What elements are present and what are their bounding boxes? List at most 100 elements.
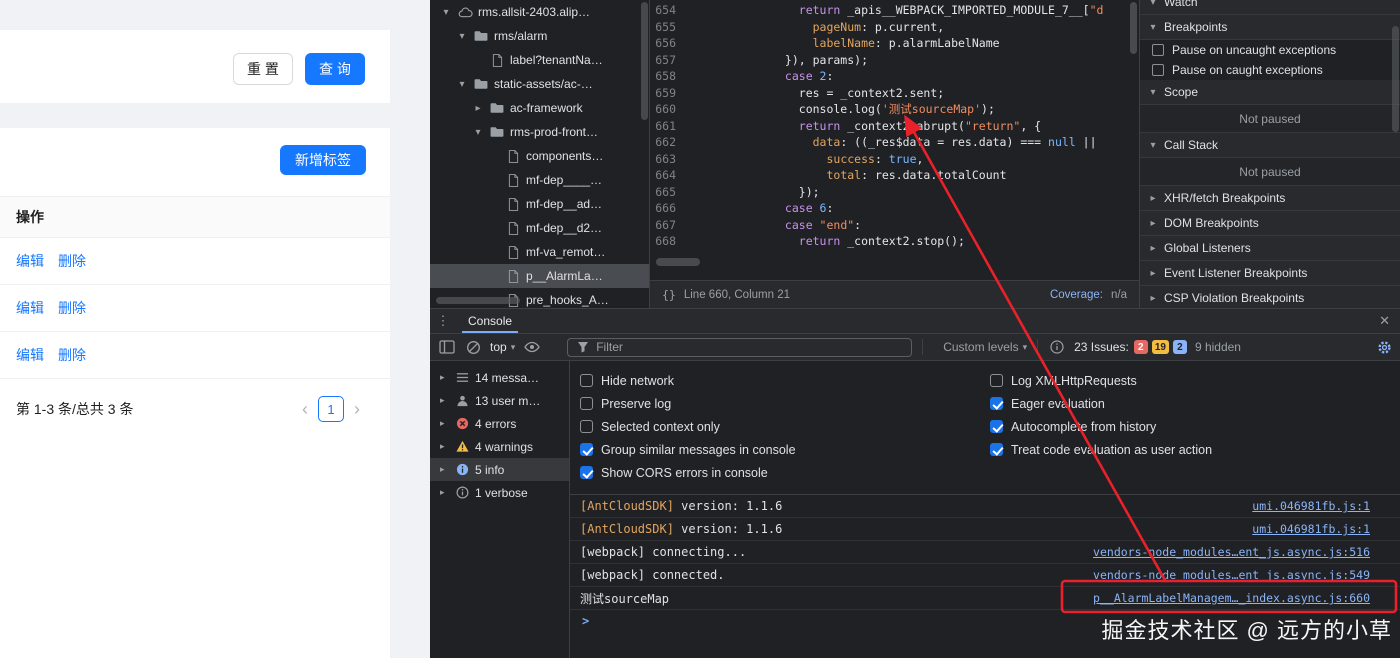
source-link[interactable]: vendors-node_modules…ent_js.async.js:549 [1093,568,1370,582]
line-number[interactable]: 655 [650,19,688,36]
console-filter-4-errors[interactable]: ▸4 errors [430,412,569,435]
checkbox[interactable] [580,420,593,433]
previous-page-button[interactable]: ‹ [302,400,308,418]
console-filter-1-verbose[interactable]: ▸1 verbose [430,481,569,504]
setting-treat-code-evaluation-as-user-action[interactable]: Treat code evaluation as user action [990,438,1212,461]
tree-item-mf-dep-ad[interactable]: mf-dep__ad… [430,192,649,216]
tree-item-p-alarmla[interactable]: p__AlarmLa… [430,264,649,288]
tree-item-rms-allsit-2403-alip[interactable]: ▾rms.allsit-2403.alip… [430,0,649,24]
setting-selected-context-only[interactable]: Selected context only [580,415,990,438]
section-xhr-fetch-breakpoints[interactable]: ▸XHR/fetch Breakpoints [1140,186,1400,211]
checkbox[interactable] [580,397,593,410]
tree-item-mf-dep-d2[interactable]: mf-dep__d2… [430,216,649,240]
checkbox[interactable] [1152,64,1164,76]
vertical-scrollbar[interactable] [1392,26,1399,132]
setting-group-similar-messages-in-console[interactable]: Group similar messages in console [580,438,990,461]
query-button[interactable]: 查 询 [305,53,365,85]
section-breakpoints[interactable]: ▾Breakpoints [1140,15,1400,40]
next-page-button[interactable]: › [354,400,360,418]
checkbox[interactable] [580,443,593,456]
line-number[interactable]: 660 [650,101,688,118]
section-call-stack[interactable]: ▾Call Stack [1140,133,1400,158]
chevron-right-icon[interactable]: ▸ [440,487,449,498]
line-number[interactable]: 661 [650,118,688,135]
tree-item-static-assets-ac[interactable]: ▾static-assets/ac-… [430,72,649,96]
code-area[interactable]: 654return _apis__WEBPACK_IMPORTED_MODULE… [650,2,1129,250]
context-selector[interactable]: top ▾ [490,340,515,354]
chevron-right-icon[interactable]: ▸ [440,395,449,406]
setting-preserve-log[interactable]: Preserve log [580,392,990,415]
checkbox[interactable] [580,374,593,387]
console-filter-4-warnings[interactable]: ▸4 warnings [430,435,569,458]
source-link[interactable]: p__AlarmLabelManagem…_index.async.js:660 [1093,591,1370,605]
section-watch[interactable]: ▾Watch [1140,0,1400,15]
line-number[interactable]: 664 [650,167,688,184]
more-options-icon[interactable]: ⋮ [430,313,456,329]
setting-hide-network[interactable]: Hide network [580,369,990,392]
line-number[interactable]: 663 [650,151,688,168]
chevron-right-icon[interactable]: ▸ [440,372,449,383]
pretty-print-icon[interactable]: {} [662,288,676,302]
live-expression-icon[interactable] [523,338,541,356]
chevron-right-icon[interactable]: ▸ [472,103,484,114]
console-sidebar-toggle-icon[interactable] [438,338,456,356]
console-filter-5-info[interactable]: ▸5 info [430,458,569,481]
console-filter-14-messa[interactable]: ▸14 messa… [430,366,569,389]
line-number[interactable]: 665 [650,184,688,201]
setting-eager-evaluation[interactable]: Eager evaluation [990,392,1212,415]
line-number[interactable]: 658 [650,68,688,85]
setting-show-cors-errors-in-console[interactable]: Show CORS errors in console [580,461,990,484]
checkbox[interactable] [990,397,1003,410]
tree-item-rms-prod-front[interactable]: ▾rms-prod-front… [430,120,649,144]
scrollbar-thumb[interactable] [436,297,520,304]
option-pause-on-uncaught-exceptions[interactable]: Pause on uncaught exceptions [1140,40,1400,60]
add-label-button[interactable]: 新增标签 [280,145,366,175]
tree-item-ac-framework[interactable]: ▸ac-framework [430,96,649,120]
log-levels-selector[interactable]: Custom levels ▾ [943,340,1027,354]
filter-input[interactable] [596,340,905,354]
line-number[interactable]: 662 [650,134,688,151]
chevron-down-icon[interactable]: ▾ [456,79,468,90]
chevron-right-icon[interactable]: ▸ [440,418,449,429]
vertical-scrollbar[interactable] [1130,2,1137,54]
reset-button[interactable]: 重 置 [233,53,293,85]
section-global-listeners[interactable]: ▸Global Listeners [1140,236,1400,261]
issue-count-badge[interactable]: 2 [1134,340,1148,354]
section-event-listener-breakpoints[interactable]: ▸Event Listener Breakpoints [1140,261,1400,286]
option-pause-on-caught-exceptions[interactable]: Pause on caught exceptions [1140,60,1400,80]
issues-info-icon[interactable] [1048,338,1066,356]
console-settings-gear-icon[interactable] [1377,340,1392,355]
setting-autocomplete-from-history[interactable]: Autocomplete from history [990,415,1212,438]
tree-item-components[interactable]: components… [430,144,649,168]
tab-console[interactable]: Console [456,309,524,333]
line-number[interactable]: 659 [650,85,688,102]
issue-count-badge[interactable]: 2 [1173,340,1187,354]
issue-count-badge[interactable]: 19 [1152,340,1169,354]
delete-link[interactable]: 删除 [58,251,86,271]
source-link[interactable]: vendors-node_modules…ent_js.async.js:516 [1093,545,1370,559]
console-filter-13-user-m[interactable]: ▸13 user m… [430,389,569,412]
checkbox[interactable] [1152,44,1164,56]
section-dom-breakpoints[interactable]: ▸DOM Breakpoints [1140,211,1400,236]
source-link[interactable]: umi.046981fb.js:1 [1252,499,1370,513]
chevron-down-icon[interactable]: ▾ [456,31,468,42]
tree-item-label-tenantna[interactable]: label?tenantNa… [430,48,649,72]
delete-link[interactable]: 删除 [58,345,86,365]
tree-item-rms-alarm[interactable]: ▾rms/alarm [430,24,649,48]
setting-log-xmlhttprequests[interactable]: Log XMLHttpRequests [990,369,1212,392]
issues-counter[interactable]: 23 Issues: 2192 [1074,340,1187,354]
line-number[interactable]: 667 [650,217,688,234]
scrollbar-thumb[interactable] [641,2,648,120]
checkbox[interactable] [990,420,1003,433]
chevron-right-icon[interactable]: ▸ [440,441,449,452]
edit-link[interactable]: 编辑 [16,298,44,318]
source-link[interactable]: umi.046981fb.js:1 [1252,522,1370,536]
line-number[interactable]: 656 [650,35,688,52]
delete-link[interactable]: 删除 [58,298,86,318]
console-prompt[interactable]: > [570,610,1400,632]
checkbox[interactable] [990,443,1003,456]
current-page-button[interactable]: 1 [318,396,344,422]
chevron-down-icon[interactable]: ▾ [440,7,452,18]
edit-link[interactable]: 编辑 [16,251,44,271]
line-number[interactable]: 668 [650,233,688,250]
